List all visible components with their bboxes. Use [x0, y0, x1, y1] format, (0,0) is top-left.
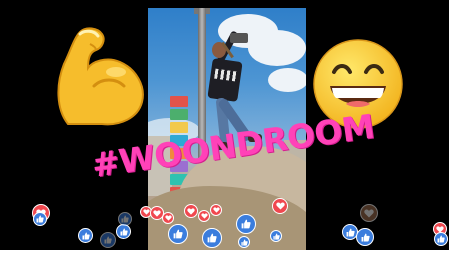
flexed-biceps-emoji: [57, 27, 144, 126]
thumbs-up-icon: [434, 232, 448, 246]
thumbs-up-icon: [356, 228, 374, 246]
heart-icon: [198, 210, 210, 222]
heart-icon: [272, 198, 288, 214]
thumbs-up-icon: [33, 212, 47, 226]
heart-icon: [210, 204, 222, 216]
thumbs-up-icon: [78, 228, 93, 243]
thumbs-up-icon: [238, 236, 250, 248]
video-stage: #WOONDROOM: [0, 0, 449, 255]
heart-icon: [184, 204, 198, 218]
video-frame: #WOONDROOM: [0, 0, 449, 250]
heart-icon: [162, 212, 174, 224]
thumbs-up-icon: [100, 232, 116, 248]
thumbs-up-icon: [168, 224, 188, 244]
thumbs-up-icon: [116, 224, 131, 239]
thumbs-up-icon: [270, 230, 282, 242]
thumbs-up-icon: [118, 212, 132, 226]
thumbs-up-icon: [236, 214, 256, 234]
thumbs-up-icon: [202, 228, 222, 248]
heart-icon: [360, 204, 378, 222]
